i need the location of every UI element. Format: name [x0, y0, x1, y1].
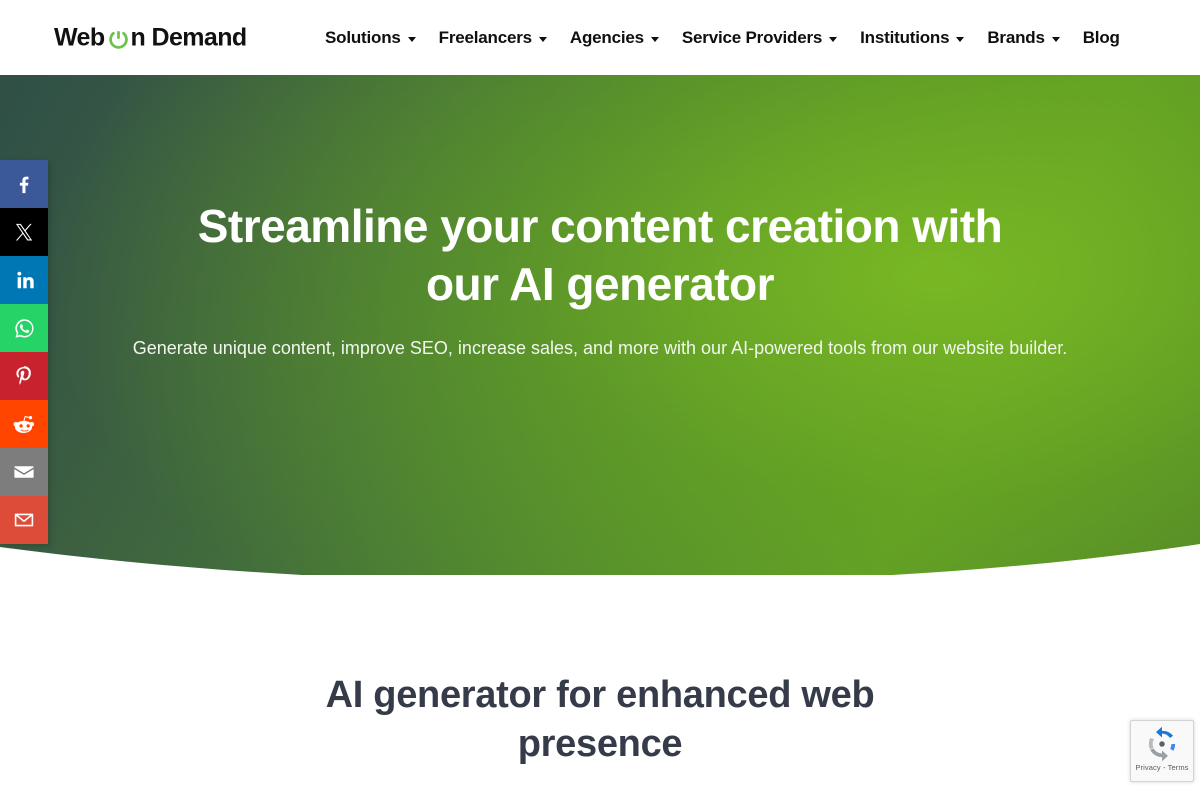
hero-title: Streamline your content creation with ou…: [95, 197, 1105, 313]
chevron-down-icon: [829, 37, 838, 42]
section-title: AI generator for enhanced web presence: [250, 671, 950, 769]
share-button-gmail[interactable]: [0, 496, 48, 544]
gmail-icon: [14, 513, 34, 527]
hero-title-line2-pre: our: [425, 258, 510, 310]
hero-title-line1: Streamline your content creation with: [197, 200, 1003, 252]
recaptcha-terms-link[interactable]: Terms: [1168, 763, 1189, 772]
nav-item-solutions[interactable]: Solutions: [325, 28, 427, 48]
share-button-email[interactable]: [0, 448, 48, 496]
nav-item-freelancers[interactable]: Freelancers: [439, 28, 558, 48]
nav-item-blog[interactable]: Blog: [1083, 28, 1120, 48]
nav-item-service-providers[interactable]: Service Providers: [682, 28, 848, 48]
chevron-down-icon: [407, 37, 416, 42]
main-navigation: Solutions Freelancers Agencies Service P…: [325, 28, 1120, 48]
nav-item-agencies[interactable]: Agencies: [570, 28, 670, 48]
nav-label: Service Providers: [681, 27, 823, 47]
whatsapp-icon: [14, 318, 34, 338]
power-icon: [108, 28, 129, 49]
chevron-down-icon: [650, 37, 659, 42]
pinterest-icon: [16, 366, 31, 385]
logo-text-after: n Demand: [130, 23, 248, 51]
hero-subtitle: Generate unique content, improve SEO, in…: [132, 338, 1068, 358]
hero-title-ai: AI: [509, 258, 555, 310]
site-logo[interactable]: Web n Demand: [54, 23, 247, 52]
nav-label: Agencies: [569, 27, 644, 47]
recaptcha-links[interactable]: Privacy - Terms: [1135, 763, 1188, 772]
section-body-text: Let AI take your website to the next lev…: [220, 795, 980, 800]
nav-label: Freelancers: [438, 27, 532, 47]
chevron-down-icon: [538, 37, 547, 42]
recaptcha-separator: -: [1162, 763, 1166, 772]
nav-label: Blog: [1082, 27, 1120, 47]
share-button-linkedin[interactable]: [0, 256, 48, 304]
email-icon: [14, 466, 34, 478]
recaptcha-badge[interactable]: Privacy - Terms: [1130, 720, 1194, 782]
chevron-down-icon: [1051, 37, 1060, 42]
facebook-icon: [19, 176, 29, 194]
site-header: Web n Demand Solutions Freelancers Agenc…: [0, 0, 1200, 75]
logo-text-before: Web: [54, 23, 105, 51]
section-title-rest: generator for enhanced web presence: [363, 674, 875, 765]
share-button-x-twitter[interactable]: [0, 208, 48, 256]
nav-label: Brands: [987, 27, 1045, 47]
nav-item-institutions[interactable]: Institutions: [860, 28, 975, 48]
reddit-icon: [13, 415, 34, 433]
share-button-whatsapp[interactable]: [0, 304, 48, 352]
hero-title-line2-post: generator: [554, 258, 775, 310]
nav-label: Institutions: [860, 27, 950, 47]
linkedin-icon: [17, 271, 34, 289]
social-share-rail: [0, 160, 48, 544]
nav-item-brands[interactable]: Brands: [987, 28, 1070, 48]
page-root: Web n Demand Solutions Freelancers Agenc…: [0, 0, 1200, 800]
x-twitter-icon: [15, 223, 33, 241]
share-button-pinterest[interactable]: [0, 352, 48, 400]
share-button-reddit[interactable]: [0, 400, 48, 448]
share-button-facebook[interactable]: [0, 160, 48, 208]
recaptcha-privacy-link[interactable]: Privacy: [1135, 763, 1160, 772]
recaptcha-icon: [1148, 726, 1176, 762]
hero-bottom-curve: [0, 544, 1200, 575]
nav-label: Solutions: [325, 27, 401, 47]
chevron-down-icon: [956, 37, 965, 42]
ai-generator-section: AI generator for enhanced web presence L…: [0, 575, 1200, 800]
hero-banner: Streamline your content creation with ou…: [0, 75, 1200, 575]
section-title-ai: AI: [325, 674, 364, 716]
